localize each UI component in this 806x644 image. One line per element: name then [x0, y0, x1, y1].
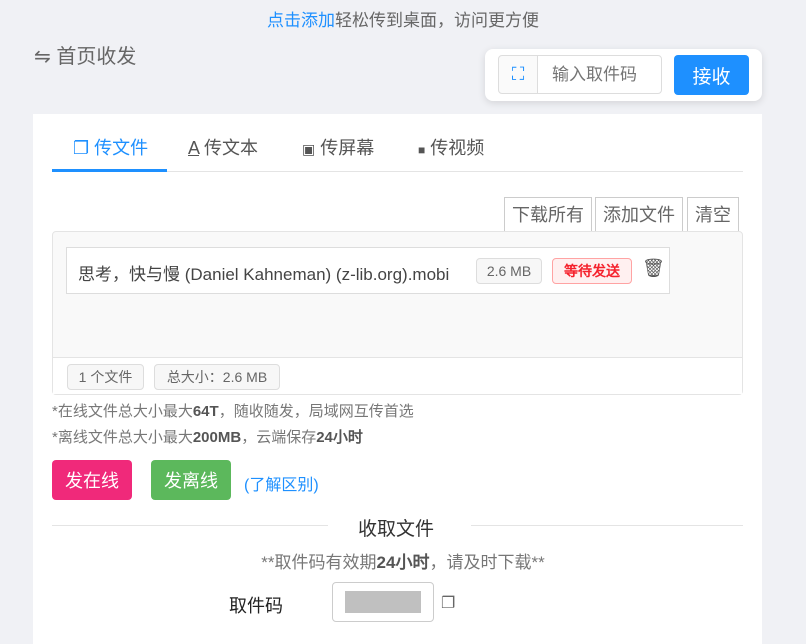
add-link[interactable]: 点击添加: [267, 11, 335, 30]
offline-note: *离线文件总大小最大200MB，云端保存24小时: [52, 429, 363, 446]
file-size: 2.6 MB: [476, 258, 542, 284]
swap-icon: ⇋: [34, 46, 51, 68]
add-to-desktop-banner: 点击添加轻松传到桌面，访问更方便: [0, 6, 806, 31]
divider: [471, 525, 743, 526]
title-text: 首页收发: [56, 46, 137, 68]
divider: [52, 525, 328, 526]
tab-label: 传屏幕: [320, 138, 375, 158]
video-icon: ■: [418, 143, 426, 157]
send-offline-button[interactable]: 发离线: [151, 460, 231, 500]
tab-label: 传文件: [94, 138, 149, 158]
receive-note: **取件码有效期24小时，请及时下载**: [261, 553, 545, 572]
tab-file[interactable]: ❐ 传文件: [73, 134, 148, 160]
text-icon: A: [188, 138, 200, 158]
learn-difference-link[interactable]: (了解区别): [244, 471, 319, 495]
masked-code: [345, 591, 421, 613]
online-note: *在线文件总大小最大64T，随收随发，局域网互传首选: [52, 403, 414, 420]
file-icon: ❐: [73, 138, 90, 158]
scan-icon[interactable]: ⛶: [498, 55, 538, 94]
tab-label: 传文本: [204, 138, 259, 158]
page-title: ⇋ 首页收发: [34, 40, 136, 69]
file-summary: 1 个文件 总大小：2.6 MB: [53, 357, 742, 394]
status-badge: 等待发送: [552, 258, 632, 284]
file-item: 思考，快与慢 (Daniel Kahneman) (z-lib.org).mob…: [66, 247, 670, 294]
file-name: 思考，快与慢 (Daniel Kahneman) (z-lib.org).mob…: [78, 265, 450, 284]
clear-button[interactable]: 清空: [687, 197, 739, 232]
total-size: 总大小：2.6 MB: [154, 364, 280, 390]
receive-button[interactable]: 接收: [674, 55, 749, 95]
receive-section-title: 收取文件: [358, 519, 435, 540]
tab-screen[interactable]: ▣ 传屏幕: [302, 134, 374, 160]
pickup-code-label: 取件码: [229, 596, 283, 616]
tab-video[interactable]: ■ 传视频: [418, 134, 484, 160]
banner-text: 轻松传到桌面，访问更方便: [335, 11, 539, 30]
screen-icon: ▣: [302, 141, 316, 157]
copy-icon[interactable]: ❐: [441, 593, 455, 613]
download-all-button[interactable]: 下载所有: [504, 197, 592, 232]
active-tab-indicator: [52, 169, 167, 172]
trash-icon[interactable]: 🗑: [642, 258, 665, 279]
add-file-button[interactable]: 添加文件: [595, 197, 683, 232]
pickup-code-input[interactable]: [537, 55, 662, 94]
file-count: 1 个文件: [67, 364, 144, 390]
tab-text[interactable]: A 传文本: [188, 134, 258, 160]
send-online-button[interactable]: 发在线: [52, 460, 132, 500]
tab-label: 传视频: [430, 138, 485, 158]
